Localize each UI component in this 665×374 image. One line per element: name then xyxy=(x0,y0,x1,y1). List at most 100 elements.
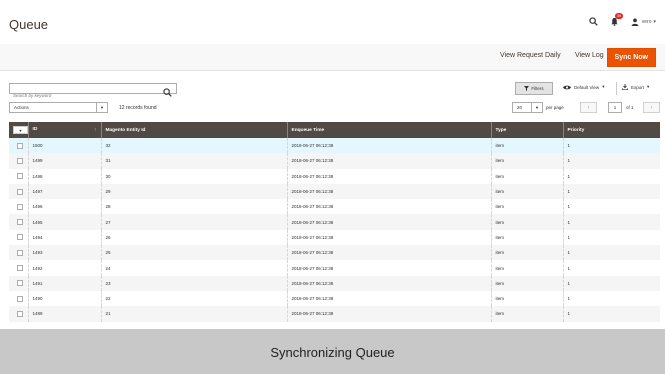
row-checkbox[interactable] xyxy=(17,142,23,149)
page-actions-bar: View Request Daily View Log Sync Now xyxy=(0,44,665,71)
cell-entity-id: 26 xyxy=(100,229,287,246)
notification-count-badge: 39 xyxy=(614,13,624,19)
table-row[interactable]: 1490 22 2018-06-27 06:12:38 item 1 xyxy=(9,290,660,307)
cell-priority: 1 xyxy=(562,153,660,169)
view-log-button[interactable]: View Log xyxy=(575,52,604,59)
sync-now-button[interactable]: Sync Now xyxy=(606,48,656,67)
row-checkbox[interactable] xyxy=(17,203,23,210)
row-checkbox[interactable] xyxy=(17,173,23,180)
cell-priority: 1 xyxy=(562,245,660,261)
row-checkbox[interactable] xyxy=(17,280,23,287)
mass-actions-select[interactable]: Actions ▼ xyxy=(9,102,108,113)
cell-priority: 1 xyxy=(562,168,660,184)
chevron-down-icon: ▾ xyxy=(602,84,605,89)
row-select-cell xyxy=(9,199,28,215)
cell-enqueue-time: 2018-06-27 06:12:38 xyxy=(286,214,491,230)
page-size-select[interactable]: 20 ▼ xyxy=(512,102,543,113)
per-page-label: per page xyxy=(546,105,564,110)
mass-select-checkbox[interactable]: ▾ xyxy=(13,126,28,134)
default-view-dropdown[interactable]: Default View ▾ xyxy=(563,84,604,90)
sort-arrow-icon: ↑ xyxy=(94,127,97,133)
table-row[interactable]: 1499 31 2018-06-27 06:12:38 item 1 xyxy=(9,153,660,169)
column-header-priority[interactable]: Priority xyxy=(562,122,660,138)
cell-type: item xyxy=(490,229,563,246)
download-icon xyxy=(622,84,628,90)
next-page-button[interactable]: › xyxy=(643,102,660,113)
row-select-cell xyxy=(9,260,28,276)
view-request-daily-button[interactable]: View Request Daily xyxy=(500,52,561,59)
grid-header-row: ▾ ID ↑ Magento Entity Id Enqueue Time Typ… xyxy=(9,122,660,138)
column-header-type[interactable]: Type xyxy=(490,122,563,138)
cell-type: item xyxy=(490,138,563,154)
row-select-cell xyxy=(9,168,28,184)
cell-enqueue-time: 2018-06-27 06:12:38 xyxy=(286,199,491,215)
cell-enqueue-time: 2018-06-27 06:12:38 xyxy=(286,229,491,246)
caption-text: Synchronizing Queue xyxy=(270,345,395,360)
table-row[interactable]: 1494 26 2018-06-27 06:12:38 item 1 xyxy=(9,229,660,246)
row-checkbox[interactable] xyxy=(17,188,23,195)
table-row[interactable]: 1495 27 2018-06-27 06:12:38 item 1 xyxy=(9,214,660,230)
column-header-id[interactable]: ID ↑ xyxy=(27,122,101,138)
cell-entity-id: 25 xyxy=(100,245,287,261)
mass-select-header[interactable]: ▾ xyxy=(9,122,28,138)
cell-priority: 1 xyxy=(562,290,660,307)
cell-enqueue-time: 2018-06-27 06:12:38 xyxy=(286,183,491,200)
filters-button[interactable]: Filters xyxy=(515,82,553,95)
row-checkbox[interactable] xyxy=(17,219,23,226)
row-checkbox[interactable] xyxy=(17,265,23,272)
table-row[interactable]: 1500 32 2018-06-27 06:12:38 item 1 xyxy=(9,138,660,154)
column-header-entity-id[interactable]: Magento Entity Id xyxy=(100,122,287,138)
cell-enqueue-time: 2018-06-27 06:12:38 xyxy=(286,138,491,154)
cell-enqueue-time: 2018-06-27 06:12:38 xyxy=(286,245,491,261)
cell-type: item xyxy=(490,245,563,261)
export-dropdown[interactable]: Export ▾ xyxy=(622,84,649,90)
row-select-cell xyxy=(9,183,28,200)
row-checkbox[interactable] xyxy=(17,157,23,164)
cell-priority: 1 xyxy=(562,183,660,200)
cell-id: 1489 xyxy=(27,306,101,322)
cell-type: item xyxy=(490,153,563,169)
row-checkbox[interactable] xyxy=(17,310,23,317)
table-row[interactable]: 1493 25 2018-06-27 06:12:38 item 1 xyxy=(9,245,660,261)
table-row[interactable]: 1492 24 2018-06-27 06:12:38 item 1 xyxy=(9,260,660,276)
user-account-menu[interactable]: vero ▾ xyxy=(631,18,656,26)
table-row[interactable]: 1491 23 2018-06-27 06:12:38 item 1 xyxy=(9,275,660,291)
page-header: Queue 39 vero ▾ xyxy=(0,0,665,44)
cell-type: item xyxy=(490,260,563,276)
cell-type: item xyxy=(490,168,563,184)
current-page-input[interactable]: 1 xyxy=(608,102,622,113)
toolbar-divider xyxy=(616,82,617,95)
filters-label: Filters xyxy=(531,86,544,91)
search-icon[interactable] xyxy=(163,84,172,102)
row-checkbox[interactable] xyxy=(17,295,23,302)
table-row[interactable]: 1489 21 2018-06-27 06:12:38 item 1 xyxy=(9,306,660,322)
table-row[interactable]: 1498 30 2018-06-27 06:12:38 item 1 xyxy=(9,168,660,184)
table-row[interactable]: 1496 28 2018-06-27 06:12:38 item 1 xyxy=(9,199,660,215)
cell-entity-id: 27 xyxy=(100,214,287,230)
keyword-search-input[interactable] xyxy=(10,91,160,100)
previous-page-button[interactable]: ‹ xyxy=(580,102,597,113)
header-icons: 39 vero ▾ xyxy=(589,13,656,26)
cell-entity-id: 29 xyxy=(100,183,287,200)
funnel-icon xyxy=(524,86,530,91)
cell-id: 1491 xyxy=(27,275,101,291)
notifications-bell-icon[interactable]: 39 xyxy=(610,13,624,26)
cell-priority: 1 xyxy=(562,260,660,276)
queue-grid: ▾ ID ↑ Magento Entity Id Enqueue Time Typ… xyxy=(9,122,660,322)
table-row[interactable]: 1497 29 2018-06-27 06:12:38 item 1 xyxy=(9,183,660,200)
cell-id: 1494 xyxy=(27,229,101,246)
cell-type: item xyxy=(490,306,563,322)
cell-priority: 1 xyxy=(562,229,660,246)
column-header-enqueue-time[interactable]: Enqueue Time xyxy=(286,122,491,138)
global-search-icon[interactable] xyxy=(589,17,598,26)
row-checkbox[interactable] xyxy=(17,249,23,256)
mass-actions-label: Actions xyxy=(14,105,29,110)
cell-id: 1493 xyxy=(27,245,101,261)
cell-enqueue-time: 2018-06-27 06:12:38 xyxy=(286,153,491,169)
cell-priority: 1 xyxy=(562,138,660,154)
cell-entity-id: 32 xyxy=(100,138,287,154)
cell-entity-id: 30 xyxy=(100,168,287,184)
user-icon xyxy=(631,18,639,26)
cell-priority: 1 xyxy=(562,306,660,322)
row-checkbox[interactable] xyxy=(17,234,23,241)
